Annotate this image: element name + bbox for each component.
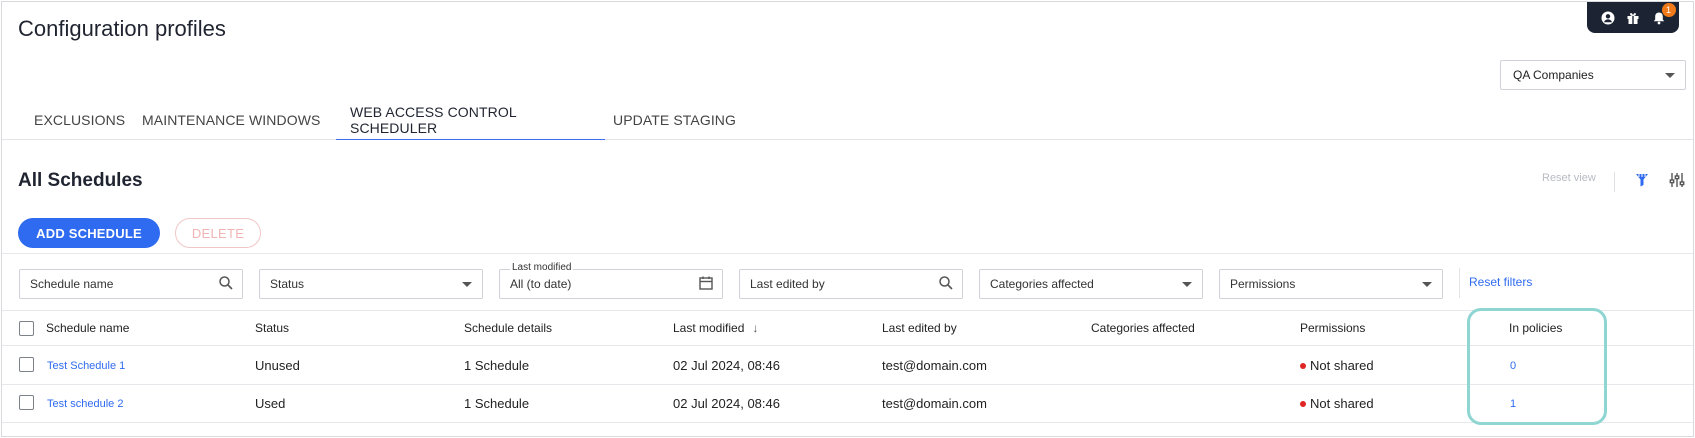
schedule-name-filter[interactable]: Schedule name — [19, 269, 243, 299]
not-shared-dot-icon — [1300, 400, 1306, 407]
section-title: All Schedules — [18, 170, 143, 191]
filter-divider — [1459, 268, 1460, 298]
search-icon — [218, 275, 234, 294]
column-header-schedule-details[interactable]: Schedule details — [464, 311, 552, 345]
tab-update-staging[interactable]: UPDATE STAGING — [599, 100, 750, 140]
company-select-value: QA Companies — [1513, 68, 1594, 82]
column-header-label: Last modified — [673, 321, 745, 335]
gift-icon[interactable] — [1624, 9, 1642, 27]
not-shared-dot-icon — [1300, 362, 1306, 369]
filter-value: All (to date) — [510, 277, 572, 291]
table-header: Schedule name Status Schedule details La… — [2, 310, 1693, 346]
schedule-details-cell: 1 Schedule — [464, 358, 530, 373]
status-cell: Unused — [255, 358, 300, 373]
column-header-last-edited-by[interactable]: Last edited by — [882, 311, 957, 345]
chevron-down-icon — [1665, 73, 1675, 78]
permissions-filter[interactable]: Permissions — [1219, 269, 1443, 299]
page-title: Configuration profiles — [18, 16, 226, 41]
top-utility-bar: 1 — [1587, 2, 1679, 33]
last-edited-by-cell: test@domain.com — [882, 358, 987, 373]
tab-web-access-control-scheduler[interactable]: WEB ACCESS CONTROL SCHEDULER — [336, 100, 605, 140]
status-cell: Used — [255, 396, 286, 411]
column-header-last-modified[interactable]: Last modified ↓ — [673, 311, 758, 345]
toolbar-divider — [1614, 172, 1615, 192]
tab-label: EXCLUSIONS — [34, 112, 126, 128]
permissions-label: Not shared — [1310, 358, 1374, 373]
tab-label: UPDATE STAGING — [613, 112, 737, 128]
permissions-label: Not shared — [1310, 396, 1374, 411]
permissions-cell: Not shared — [1300, 347, 1374, 384]
chevron-down-icon — [1182, 282, 1192, 287]
last-modified-filter[interactable]: Last modified All (to date) — [499, 262, 723, 299]
add-schedule-button[interactable]: ADD SCHEDULE — [18, 218, 160, 248]
reset-view-link[interactable]: Reset view — [1542, 172, 1596, 184]
tab-label: WEB ACCESS CONTROL SCHEDULER — [350, 103, 517, 136]
user-icon[interactable] — [1599, 9, 1617, 27]
delete-button[interactable]: DELETE — [175, 218, 261, 248]
filter-placeholder: Last edited by — [750, 277, 825, 291]
reset-filters-link[interactable]: Reset filters — [1469, 275, 1532, 289]
column-header-schedule-name[interactable]: Schedule name — [46, 311, 129, 345]
status-filter[interactable]: Status — [259, 269, 483, 299]
last-edited-by-cell: test@domain.com — [882, 396, 987, 411]
row-checkbox[interactable] — [19, 395, 34, 410]
row-checkbox[interactable] — [19, 357, 34, 372]
last-modified-cell: 02 Jul 2024, 08:46 — [673, 358, 780, 373]
filter-label: Last modified — [510, 262, 574, 273]
filter-placeholder: Status — [270, 277, 305, 291]
permissions-cell: Not shared — [1300, 385, 1374, 422]
calendar-icon — [698, 275, 714, 294]
company-select[interactable]: QA Companies — [1500, 60, 1686, 90]
notification-badge: 1 — [1661, 2, 1676, 17]
column-settings-icon[interactable] — [1667, 170, 1687, 190]
column-header-permissions[interactable]: Permissions — [1300, 311, 1365, 345]
sort-descending-icon: ↓ — [752, 321, 759, 335]
schedule-name-link[interactable]: Test schedule 2 — [47, 385, 123, 422]
schedule-name-link[interactable]: Test Schedule 1 — [47, 347, 125, 384]
categories-affected-filter[interactable]: Categories affected — [979, 269, 1203, 299]
last-edited-by-filter[interactable]: Last edited by — [739, 269, 963, 299]
search-icon — [938, 275, 954, 294]
tab-maintenance-windows[interactable]: MAINTENANCE WINDOWS — [128, 100, 334, 140]
chevron-down-icon — [462, 282, 472, 287]
tab-bar: EXCLUSIONS MAINTENANCE WINDOWS WEB ACCES… — [2, 100, 1693, 140]
filter-bar: Schedule name Status Last modified All (… — [2, 253, 1693, 309]
table-row[interactable]: Test Schedule 1 Unused 1 Schedule 02 Jul… — [2, 347, 1693, 385]
app-frame: Configuration profiles 1 QA Companies EX… — [1, 1, 1694, 437]
tab-exclusions[interactable]: EXCLUSIONS — [20, 100, 139, 140]
in-policies-highlight — [1467, 308, 1607, 425]
filter-placeholder: Schedule name — [30, 277, 114, 291]
last-modified-cell: 02 Jul 2024, 08:46 — [673, 396, 780, 411]
tab-label: MAINTENANCE WINDOWS — [142, 112, 321, 128]
table-row[interactable]: Test schedule 2 Used 1 Schedule 02 Jul 2… — [2, 385, 1693, 423]
chevron-down-icon — [1422, 282, 1432, 287]
filter-placeholder: Permissions — [1230, 277, 1296, 291]
column-header-status[interactable]: Status — [255, 311, 289, 345]
select-all-checkbox[interactable] — [19, 321, 34, 336]
filter-placeholder: Categories affected — [990, 277, 1094, 291]
column-header-categories-affected[interactable]: Categories affected — [1091, 311, 1195, 345]
filter-icon[interactable] — [1632, 170, 1652, 190]
bell-icon[interactable]: 1 — [1650, 2, 1676, 27]
schedule-details-cell: 1 Schedule — [464, 396, 530, 411]
